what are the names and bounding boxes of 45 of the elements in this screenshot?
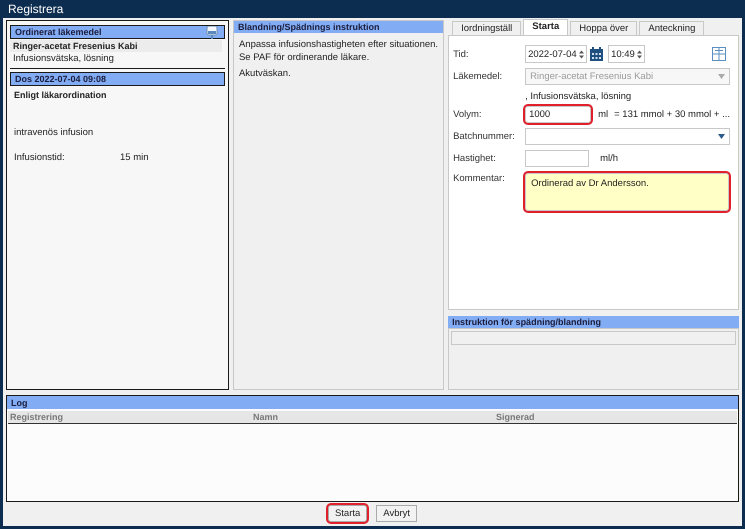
section-title: Blandning/Spädnings instruktion — [238, 22, 380, 32]
section-title: Log — [11, 398, 28, 408]
volume-note: = 131 mmol + 30 mmol + ... — [614, 108, 730, 120]
column-header: Namn — [252, 412, 280, 422]
tab[interactable]: Iordningställ — [452, 21, 522, 35]
field-label: Batchnummer: — [453, 130, 516, 142]
tab[interactable]: Hoppa över — [570, 21, 638, 35]
spinner-icon[interactable] — [579, 50, 584, 58]
rate-field[interactable] — [525, 150, 590, 166]
window-title: Registrera — [8, 2, 64, 16]
dialog-button[interactable]: Avbryt — [376, 505, 418, 522]
section-title: Instruktion för spädning/blandning — [452, 317, 602, 327]
dialog-button[interactable]: Starta — [328, 505, 368, 522]
field-label: Läkemedel: — [453, 70, 504, 82]
instruction-text: Akutväskan. — [238, 67, 292, 80]
time-field[interactable]: 10:49 — [608, 45, 646, 63]
spinner-icon[interactable] — [637, 50, 642, 58]
dropdown-arrow-icon[interactable] — [718, 134, 725, 138]
dose-instruction: Enligt läkarordination — [14, 90, 108, 100]
field-label: Kommentar: — [453, 173, 506, 184]
column-header: Registrering — [9, 412, 64, 422]
drug-name: Ringer-acetat Fresenius Kabi — [10, 40, 222, 52]
layout-icon[interactable] — [712, 47, 726, 61]
instruction-text: Anpassa infusionshastigheten efter situationen. — [238, 38, 438, 51]
field-value: 15 min — [120, 152, 149, 163]
unit-label: ml/h — [600, 152, 618, 164]
tab[interactable]: Starta — [523, 19, 568, 35]
tab[interactable]: Anteckning — [639, 21, 704, 35]
section-title: Ordinerat läkemedel — [15, 27, 102, 37]
column-header: Signerad — [495, 412, 536, 422]
drug-form: , Infusionsvätska, lösning — [525, 90, 632, 102]
field-label: Infusionstid: — [14, 152, 66, 163]
section-title: Dos 2022-07-04 09:08 — [15, 74, 106, 84]
field-label: Hastighet: — [453, 152, 497, 164]
field-label: Tid: — [453, 48, 470, 60]
unit-label: ml — [598, 108, 608, 120]
volume-field[interactable]: 1000 — [525, 106, 592, 122]
field-label: Volym: — [453, 108, 483, 120]
comment-field[interactable]: Ordinerad av Dr Andersson. — [525, 173, 729, 211]
drug-form: Infusionsvätska, lösning — [10, 52, 225, 69]
infusion-bag-icon — [206, 26, 218, 38]
date-field[interactable]: 2022-07-04 — [525, 45, 588, 63]
instruction-text: Se PAF för ordinerande läkare. — [238, 51, 370, 64]
route-text: intravenös infusion — [14, 127, 94, 138]
calendar-icon[interactable] — [589, 46, 604, 62]
